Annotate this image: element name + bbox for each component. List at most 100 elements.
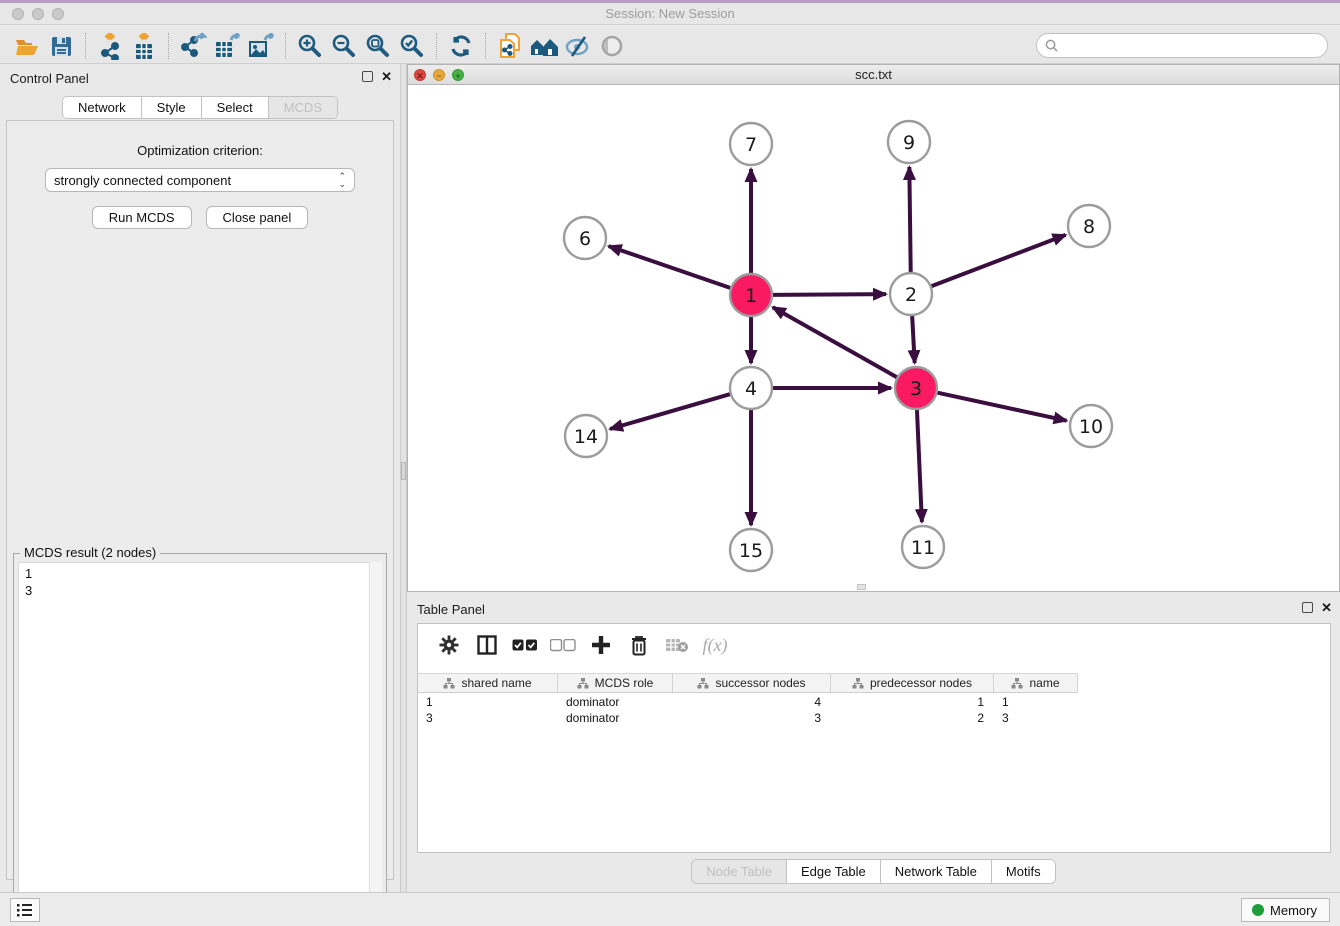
criterion-select[interactable]: strongly connected component ⌃⌄ xyxy=(45,168,355,192)
svg-text:10: 10 xyxy=(1079,416,1103,438)
zoom-selected-icon[interactable] xyxy=(395,31,429,61)
svg-text:11: 11 xyxy=(911,537,935,559)
svg-text:8: 8 xyxy=(1083,216,1095,238)
import-network-icon[interactable] xyxy=(93,31,127,61)
cell-successor-nodes[interactable]: 3 xyxy=(673,710,831,726)
node-6[interactable]: 6 xyxy=(564,217,606,259)
delete-column-icon[interactable] xyxy=(620,628,658,662)
edge-2-8[interactable] xyxy=(932,235,1066,286)
node-9[interactable]: 9 xyxy=(888,121,930,163)
column-header-name[interactable]: name xyxy=(994,674,1078,692)
tab-network[interactable]: Network xyxy=(63,97,142,118)
control-panel-title: Control Panel xyxy=(10,71,89,86)
list-icon xyxy=(17,903,33,917)
node-11[interactable]: 11 xyxy=(902,526,944,568)
cell-name[interactable]: 3 xyxy=(994,710,1078,726)
edge-3-10[interactable] xyxy=(937,393,1066,421)
first-neighbors-icon[interactable] xyxy=(527,31,561,61)
table-row[interactable]: 1dominator411 xyxy=(418,694,1330,710)
float-table-panel-icon[interactable] xyxy=(1302,602,1313,613)
cell-MCDS-role[interactable]: dominator xyxy=(558,694,673,710)
deselect-all-icon[interactable] xyxy=(544,628,582,662)
tab-select[interactable]: Select xyxy=(202,97,269,118)
svg-text:3: 3 xyxy=(910,378,922,400)
node-15[interactable]: 15 xyxy=(730,529,772,571)
edge-3-11[interactable] xyxy=(917,410,922,522)
search-icon xyxy=(1045,39,1058,52)
column-header-MCDS-role[interactable]: MCDS role xyxy=(558,674,673,692)
close-table-panel-icon[interactable]: ✕ xyxy=(1321,602,1332,613)
control-panel-tabs: NetworkStyleSelectMCDS xyxy=(0,96,400,119)
cell-predecessor-nodes[interactable]: 2 xyxy=(831,710,994,726)
add-column-icon[interactable] xyxy=(582,628,620,662)
float-panel-icon[interactable] xyxy=(362,71,373,82)
edge-1-2[interactable] xyxy=(773,294,886,295)
cell-shared-name[interactable]: 3 xyxy=(418,710,558,726)
table-panel-header: Table Panel ✕ xyxy=(407,599,1340,619)
duplicate-network-icon[interactable] xyxy=(493,31,527,61)
show-columns-icon[interactable] xyxy=(468,628,506,662)
vertical-splitter[interactable] xyxy=(400,64,407,892)
edge-2-9[interactable] xyxy=(909,167,910,272)
delete-table-icon[interactable] xyxy=(658,628,696,662)
splitter-grip[interactable] xyxy=(401,462,406,480)
mcds-result-text[interactable]: 1 3 xyxy=(18,562,382,918)
node-4[interactable]: 4 xyxy=(730,367,772,409)
show-graphics-icon[interactable] xyxy=(595,31,629,61)
tab-style[interactable]: Style xyxy=(142,97,202,118)
export-table-icon[interactable] xyxy=(210,31,244,61)
node-8[interactable]: 8 xyxy=(1068,205,1110,247)
node-2[interactable]: 2 xyxy=(890,273,932,315)
cell-MCDS-role[interactable]: dominator xyxy=(558,710,673,726)
select-all-icon[interactable] xyxy=(506,628,544,662)
table-panel: Table Panel ✕ xyxy=(407,595,1340,892)
tab-node-table[interactable]: Node Table xyxy=(692,860,787,883)
settings-gear-icon[interactable] xyxy=(430,628,468,662)
close-panel-button[interactable]: Close panel xyxy=(206,206,309,229)
cell-name[interactable]: 1 xyxy=(994,694,1078,710)
column-header-predecessor-nodes[interactable]: predecessor nodes xyxy=(831,674,994,692)
hide-details-icon[interactable] xyxy=(561,31,595,61)
run-mcds-button[interactable]: Run MCDS xyxy=(92,206,192,229)
tab-motifs[interactable]: Motifs xyxy=(992,860,1055,883)
edge-2-3[interactable] xyxy=(912,316,915,363)
node-14[interactable]: 14 xyxy=(565,415,607,457)
cell-shared-name[interactable]: 1 xyxy=(418,694,558,710)
export-network-icon[interactable] xyxy=(176,31,210,61)
result-scrollbar[interactable] xyxy=(369,562,382,918)
criterion-value: strongly connected component xyxy=(54,173,338,188)
function-builder-icon[interactable]: f(x) xyxy=(696,628,734,662)
column-header-shared-name[interactable]: shared name xyxy=(418,674,558,692)
task-history-button[interactable] xyxy=(10,898,40,922)
zoom-in-icon[interactable] xyxy=(293,31,327,61)
node-3[interactable]: 3 xyxy=(895,367,937,409)
zoom-out-icon[interactable] xyxy=(327,31,361,61)
node-1[interactable]: 1 xyxy=(730,274,772,316)
mcds-panel: Optimization criterion: strongly connect… xyxy=(6,120,394,880)
edge-3-1[interactable] xyxy=(773,307,897,377)
import-table-icon[interactable] xyxy=(127,31,161,61)
memory-button[interactable]: Memory xyxy=(1241,898,1330,922)
tab-network-table[interactable]: Network Table xyxy=(881,860,992,883)
edge-1-6[interactable] xyxy=(609,246,731,288)
hierarchy-icon xyxy=(1011,678,1023,689)
node-7[interactable]: 7 xyxy=(730,123,772,165)
canvas-resize-grip[interactable] xyxy=(857,584,866,590)
column-header-successor-nodes[interactable]: successor nodes xyxy=(673,674,831,692)
search-input[interactable] xyxy=(1063,38,1327,53)
export-image-icon[interactable] xyxy=(244,31,278,61)
tab-edge-table[interactable]: Edge Table xyxy=(787,860,881,883)
cell-predecessor-nodes[interactable]: 1 xyxy=(831,694,994,710)
close-panel-icon[interactable]: ✕ xyxy=(381,71,392,82)
zoom-fit-icon[interactable] xyxy=(361,31,395,61)
edge-4-14[interactable] xyxy=(610,394,730,429)
table-row[interactable]: 3dominator323 xyxy=(418,710,1330,726)
node-10[interactable]: 10 xyxy=(1070,405,1112,447)
cell-successor-nodes[interactable]: 4 xyxy=(673,694,831,710)
save-session-icon[interactable] xyxy=(44,31,78,61)
network-canvas[interactable]: 7 9 6 8 1 2 4 3 14 10 15 11 xyxy=(408,85,1339,591)
refresh-layout-icon[interactable] xyxy=(444,31,478,61)
tab-mcds[interactable]: MCDS xyxy=(269,97,337,118)
open-session-icon[interactable] xyxy=(10,31,44,61)
search-field xyxy=(1036,33,1328,58)
